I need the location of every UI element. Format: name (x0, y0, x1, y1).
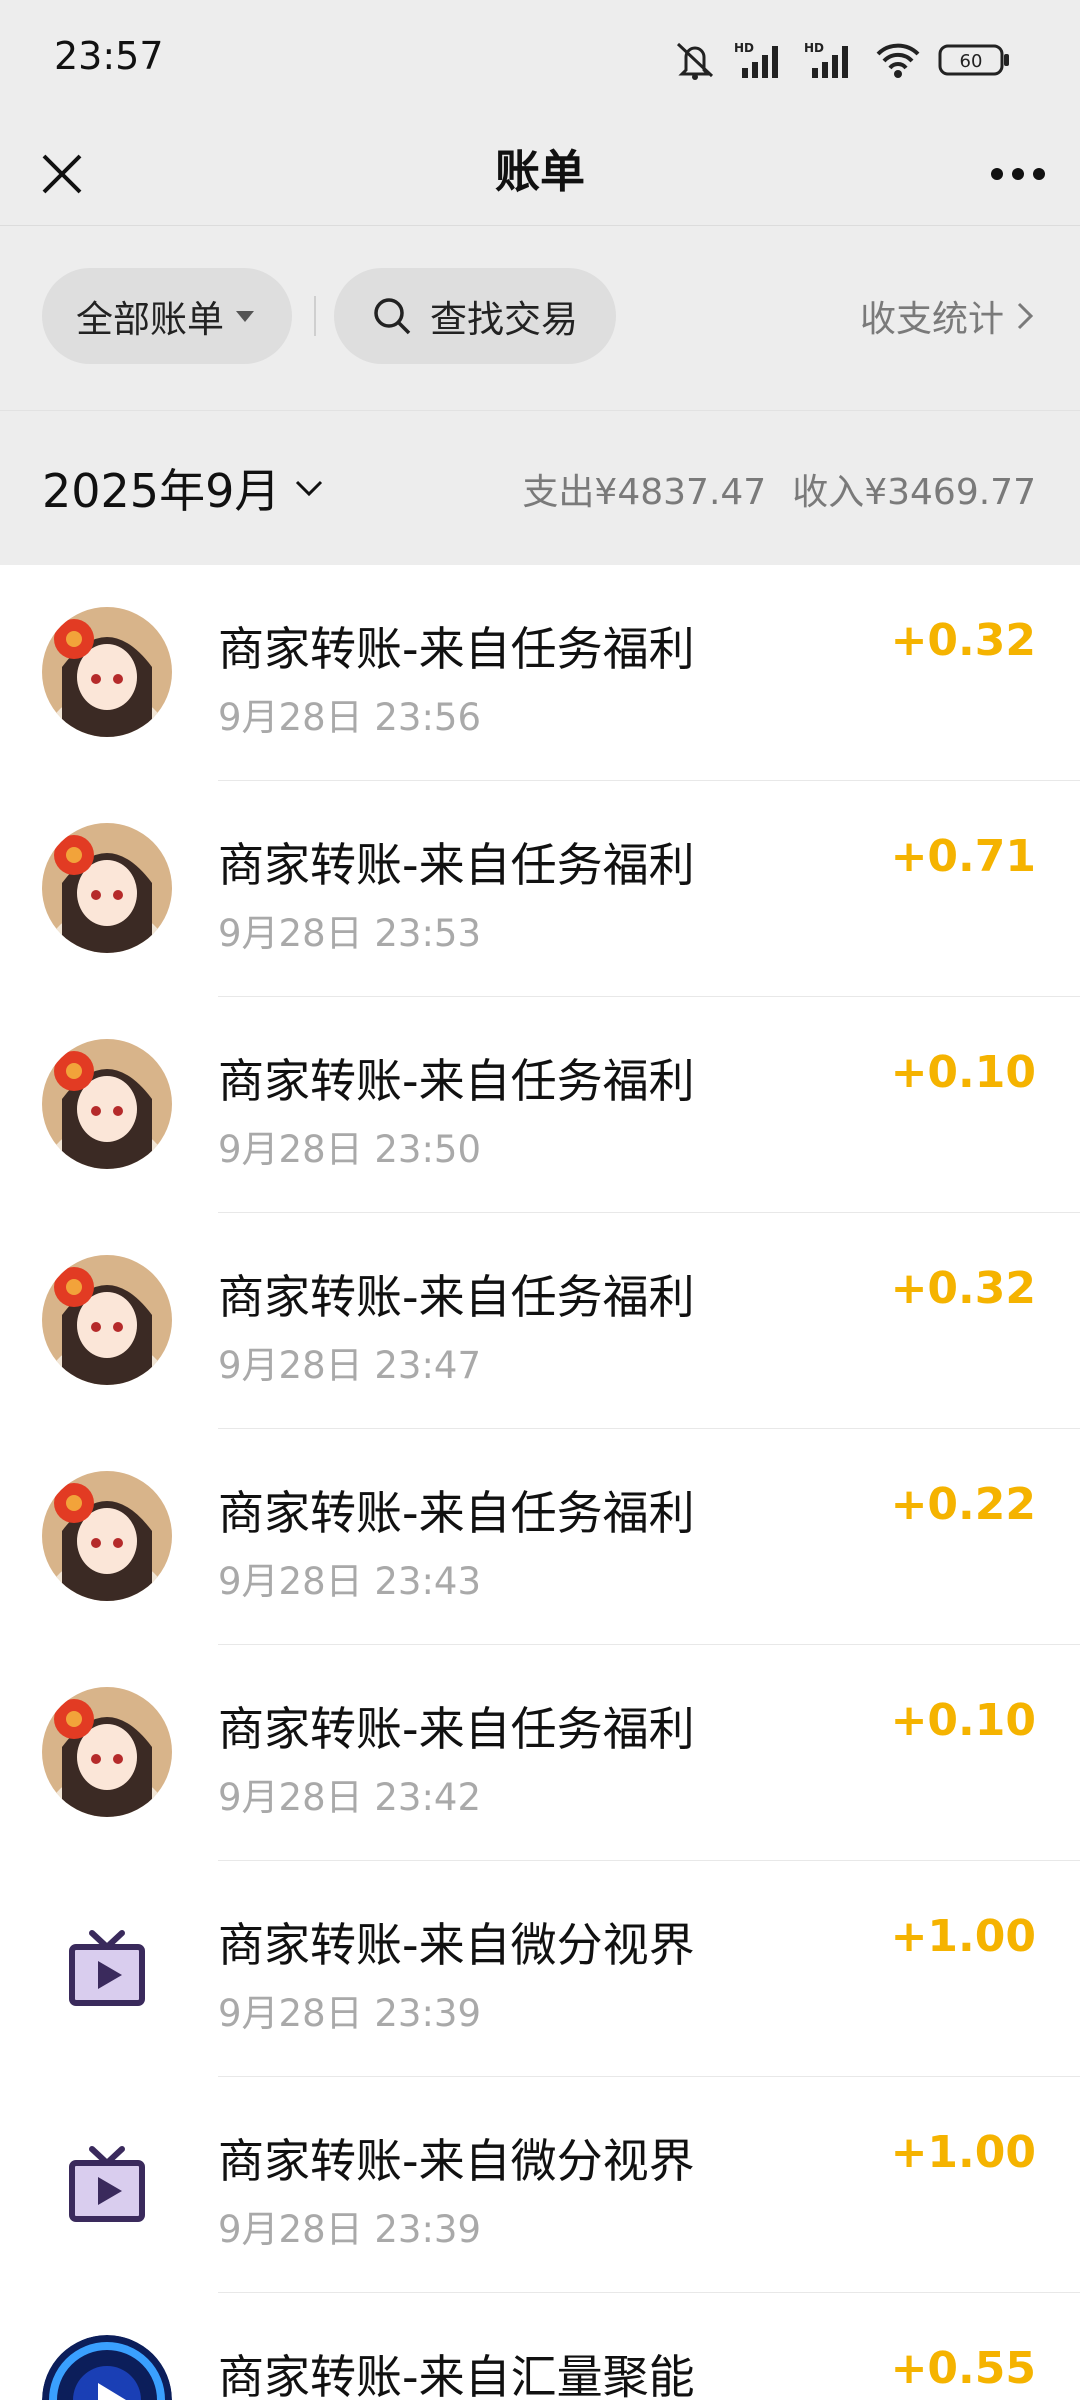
transaction-time: 9月28日 23:39 (218, 1992, 482, 2035)
nav-bar: 账单 (0, 120, 1080, 226)
chevron-down-icon (296, 480, 323, 497)
all-bills-filter[interactable]: 全部账单 (42, 268, 292, 364)
income-label: 收入 (792, 472, 865, 513)
transaction-row[interactable]: 商家转账-来自任务福利 9月28日 23:42 +0.10 (0, 1645, 1080, 1861)
filter-bar: 全部账单 查找交易 收支统计 (0, 226, 1080, 410)
month-summary: 2025年9月 支出¥4837.47 收入¥3469.77 (0, 410, 1080, 565)
more-icon (991, 168, 1045, 180)
transaction-time: 9月28日 23:47 (218, 1344, 482, 1387)
transaction-title: 商家转账-来自任务福利 (218, 1270, 695, 1324)
transaction-row[interactable]: 商家转账-来自任务福利 9月28日 23:47 +0.32 (0, 1213, 1080, 1429)
filter-divider (314, 296, 316, 336)
character-avatar (42, 823, 172, 953)
caret-down-icon (236, 310, 254, 322)
battery-icon: 60 (938, 44, 1009, 76)
stats-label: 收支统计 (859, 299, 1004, 340)
transaction-amount: +0.32 (890, 1263, 1036, 1314)
battery-level: 60 (960, 51, 983, 72)
transaction-row[interactable]: 商家转账-来自微分视界 9月28日 23:39 +1.00 (0, 1861, 1080, 2077)
wifi-icon (876, 43, 920, 78)
income-value: ¥3469.77 (864, 472, 1036, 513)
transaction-title: 商家转账-来自任务福利 (218, 838, 695, 892)
signal-hd-icon: HD (734, 41, 778, 78)
transaction-row[interactable]: 商家转账-来自任务福利 9月28日 23:53 +0.71 (0, 781, 1080, 997)
transaction-time: 9月28日 23:39 (218, 2208, 482, 2251)
transaction-time: 9月28日 23:43 (218, 1560, 482, 1603)
income-expense-stats-link[interactable]: 收支统计 (860, 288, 1034, 344)
mute-icon (676, 42, 714, 80)
expense-value: ¥4837.47 (594, 472, 767, 513)
transaction-time: 9月28日 23:50 (218, 1128, 482, 1171)
transaction-time: 9月28日 23:42 (218, 1776, 482, 1819)
status-bar: 23:57 HD HD 60 (0, 0, 1080, 120)
transaction-amount: +0.32 (890, 615, 1036, 666)
character-avatar (42, 1039, 172, 1169)
transaction-amount: +0.71 (890, 831, 1036, 882)
transaction-title: 商家转账-来自任务福利 (218, 622, 695, 676)
income-total: 收入¥3469.77 (792, 463, 1036, 515)
signal-hd-icon: HD (804, 41, 848, 78)
status-icons: HD HD 60 (672, 38, 1010, 82)
transaction-title: 商家转账-来自任务福利 (218, 1702, 695, 1756)
expense-label: 支出 (522, 472, 595, 513)
character-avatar (42, 607, 172, 737)
network-label-2: HD (804, 41, 824, 55)
transaction-list: 商家转账-来自任务福利 9月28日 23:56 +0.32 商家转账-来自任务福… (0, 565, 1080, 2400)
expense-total: 支出¥4837.47 (522, 463, 766, 515)
transaction-row[interactable]: 商家转账-来自微分视界 9月28日 23:39 +1.00 (0, 2077, 1080, 2293)
month-totals: 支出¥4837.47 收入¥3469.77 (522, 463, 1036, 515)
character-avatar (42, 1687, 172, 1817)
transaction-row[interactable]: 商家转账-来自任务福利 9月28日 23:43 +0.22 (0, 1429, 1080, 1645)
transaction-amount: +0.10 (890, 1047, 1036, 1098)
more-button[interactable] (980, 136, 1056, 212)
blue-circle-logo (42, 2335, 172, 2400)
transaction-amount: +1.00 (890, 1911, 1036, 1962)
month-label: 2025年9月 (42, 464, 281, 518)
transaction-row[interactable]: 商家转账-来自任务福利 9月28日 23:56 +0.32 (0, 565, 1080, 781)
character-avatar (42, 1471, 172, 1601)
transaction-amount: +0.55 (890, 2343, 1036, 2394)
character-avatar (42, 1255, 172, 1385)
transaction-title: 商家转账-来自汇量聚能 (218, 2350, 695, 2400)
all-bills-label: 全部账单 (76, 298, 224, 341)
status-time: 23:57 (54, 34, 164, 78)
transaction-title: 商家转账-来自任务福利 (218, 1486, 695, 1540)
month-selector[interactable]: 2025年9月 (42, 457, 324, 519)
transaction-title: 商家转账-来自微分视界 (218, 1918, 695, 1972)
transaction-time: 9月28日 23:56 (218, 696, 482, 739)
chevron-right-icon (1017, 302, 1034, 330)
transaction-row[interactable]: 商家转账-来自任务福利 9月28日 23:50 +0.10 (0, 997, 1080, 1213)
transaction-amount: +0.10 (890, 1695, 1036, 1746)
search-icon (374, 298, 411, 335)
transaction-title: 商家转账-来自微分视界 (218, 2134, 695, 2188)
tv-play-icon (42, 1903, 172, 2033)
transaction-title: 商家转账-来自任务福利 (218, 1054, 695, 1108)
search-transaction-button[interactable]: 查找交易 (334, 268, 616, 364)
page-title: 账单 (494, 145, 585, 198)
search-label: 查找交易 (430, 298, 578, 341)
transaction-amount: +0.22 (890, 1479, 1036, 1530)
transaction-time: 9月28日 23:53 (218, 912, 482, 955)
transaction-amount: +1.00 (890, 2127, 1036, 2178)
transaction-row[interactable]: 商家转账-来自汇量聚能 +0.55 (0, 2293, 1080, 2400)
network-label-1: HD (734, 41, 754, 55)
tv-play-icon (42, 2119, 172, 2249)
